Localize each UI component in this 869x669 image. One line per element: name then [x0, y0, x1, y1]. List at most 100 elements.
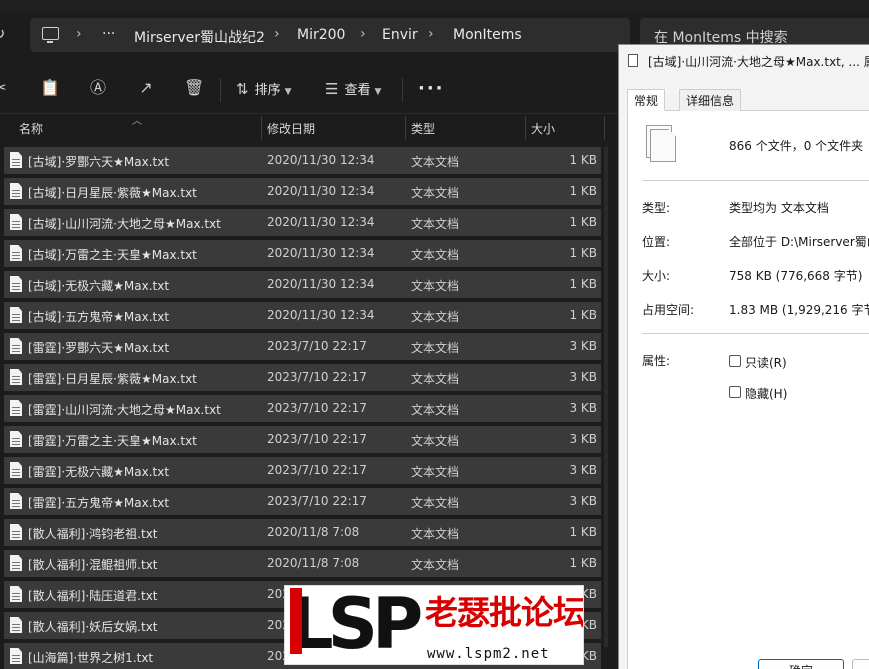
file-size: 3 KB [569, 494, 597, 508]
file-name: [山海篇]·世界之树1.txt [28, 651, 154, 665]
attributes-label: 属性: [642, 354, 671, 368]
hidden-label[interactable]: 隐藏(H) [745, 385, 787, 402]
chevron-down-icon: ▼ [284, 87, 292, 97]
file-name: [雷霆]·山川河流·大地之母★Max.txt [28, 403, 221, 417]
type-value: 类型均为 文本文档 [729, 201, 829, 215]
column-size[interactable]: 大小 [531, 120, 555, 137]
sort-button[interactable]: ⇅ 排序 ▼ [236, 78, 292, 100]
chevron-right-icon: › [274, 26, 280, 42]
text-file-icon [10, 152, 22, 168]
cut-icon[interactable]: ✂ [0, 78, 10, 98]
table-row[interactable]: [雷霆]·日月星辰·紫薇★Max.txt 2023/7/10 22:17 文本文档 3… [4, 364, 601, 391]
text-file-icon [10, 462, 22, 478]
text-file-icon [10, 245, 22, 261]
cancel-button[interactable] [852, 659, 869, 669]
column-divider[interactable] [261, 116, 262, 140]
table-row[interactable]: [古域]·罗酆六天★Max.txt 2020/11/30 12:34 文本文档 1 K… [4, 147, 601, 174]
file-date: 2020/11/30 12:34 [267, 153, 375, 167]
text-file-icon [10, 338, 22, 354]
file-icon [650, 129, 676, 162]
readonly-checkbox[interactable] [729, 355, 741, 367]
file-type: 文本文档 [411, 465, 460, 479]
table-row[interactable]: [散人福利]·混鲲祖师.txt 2020/11/8 7:08 文本文档 1 KB [4, 550, 601, 577]
file-size: 1 KB [569, 525, 597, 539]
file-type: 文本文档 [411, 155, 460, 169]
scrollbar[interactable] [604, 147, 608, 647]
breadcrumb-more[interactable]: ··· [102, 26, 115, 42]
view-button[interactable]: ☰ 查看 ▼ [325, 78, 381, 100]
readonly-label[interactable]: 只读(R) [745, 354, 787, 371]
text-file-icon [10, 400, 22, 416]
selection-summary: 866 个文件，0 个文件夹 [729, 139, 864, 153]
file-type: 文本文档 [411, 217, 460, 231]
file-type: 文本文档 [411, 248, 460, 262]
column-name[interactable]: 名称 [19, 120, 43, 137]
file-date: 2023/7/10 22:17 [267, 463, 367, 477]
file-date: 2020/11/30 12:34 [267, 215, 375, 229]
ok-button[interactable]: 确定 [758, 659, 844, 669]
file-name: [雷霆]·五方鬼帝★Max.txt [28, 496, 170, 510]
file-name: [古域]·罗酆六天★Max.txt [28, 155, 170, 169]
share-icon[interactable]: ↗ [136, 78, 156, 98]
file-type: 文本文档 [411, 403, 460, 417]
text-file-icon [10, 214, 22, 230]
disk-size-label: 占用空间: [642, 303, 695, 317]
file-date: 2020/11/8 7:08 [267, 556, 360, 570]
watermark-lsp: LSP [289, 585, 423, 665]
table-row[interactable]: [散人福利]·鸿钧老祖.txt 2020/11/8 7:08 文本文档 1 KB [4, 519, 601, 546]
file-name: [古域]·山川河流·大地之母★Max.txt [28, 217, 221, 231]
chevron-right-icon: › [360, 26, 366, 42]
file-size: 1 KB [569, 153, 597, 167]
tab-general[interactable]: 常规 [627, 89, 666, 111]
table-row[interactable]: [古域]·无极六藏★Max.txt 2020/11/30 12:34 文本文档 1 K… [4, 271, 601, 298]
file-name: [散人福利]·混鲲祖师.txt [28, 558, 158, 572]
logo-accent [290, 588, 302, 654]
breadcrumb-mirserver[interactable]: Mirserver蜀山战纪2 [134, 27, 265, 47]
more-options-button[interactable]: ··· [418, 78, 445, 99]
file-type: 文本文档 [411, 372, 460, 386]
table-row[interactable]: [古域]·万雷之主·天皇★Max.txt 2020/11/30 12:34 文本文档… [4, 240, 601, 267]
table-row[interactable]: [雷霆]·无极六藏★Max.txt 2023/7/10 22:17 文本文档 3 KB [4, 457, 601, 484]
table-row[interactable]: [雷霆]·五方鬼帝★Max.txt 2023/7/10 22:17 文本文档 3 KB [4, 488, 601, 515]
hidden-checkbox[interactable] [729, 386, 741, 398]
file-size: 1 KB [569, 246, 597, 260]
dialog-title: [古域]·山川河流·大地之母★Max.txt, ... 属性 [648, 55, 869, 69]
table-row[interactable]: [雷霆]·万雷之主·天皇★Max.txt 2023/7/10 22:17 文本文档 3… [4, 426, 601, 453]
column-header-row: ︿ 名称 修改日期 类型 大小 [0, 114, 610, 142]
breadcrumb-monitems[interactable]: MonItems [453, 27, 522, 43]
table-row[interactable]: [古域]·五方鬼帝★Max.txt 2020/11/30 12:34 文本文档 1 K… [4, 302, 601, 329]
file-name: [古域]·日月星辰·紫薇★Max.txt [28, 186, 197, 200]
dialog-tabs: 常规 详细信息 [627, 89, 869, 111]
file-date: 2023/7/10 22:17 [267, 339, 367, 353]
file-date: 2020/11/30 12:34 [267, 277, 375, 291]
file-date: 2023/7/10 22:17 [267, 432, 367, 446]
address-bar[interactable]: › ··· Mirserver蜀山战纪2 › Mir200 › Envir › … [30, 18, 630, 52]
text-file-icon [10, 276, 22, 292]
breadcrumb-envir[interactable]: Envir [382, 27, 418, 43]
delete-icon[interactable]: 🗑 [184, 78, 204, 98]
toolbar-divider [220, 78, 221, 102]
file-size: 3 KB [569, 401, 597, 415]
divider [642, 333, 869, 334]
dialog-titlebar[interactable]: [古域]·山川河流·大地之母★Max.txt, ... 属性 [619, 45, 869, 77]
breadcrumb-mir200[interactable]: Mir200 [297, 27, 345, 43]
watermark-name: 老瑟批论坛 [425, 593, 584, 632]
column-divider[interactable] [405, 116, 406, 140]
rename-icon[interactable]: Ⓐ [88, 78, 108, 98]
paste-icon[interactable]: 📋 [40, 78, 60, 98]
table-row[interactable]: [雷霆]·山川河流·大地之母★Max.txt 2023/7/10 22:17 文本文… [4, 395, 601, 422]
file-size: 3 KB [569, 432, 597, 446]
text-file-icon [10, 431, 22, 447]
table-row[interactable]: [古域]·日月星辰·紫薇★Max.txt 2020/11/30 12:34 文本文档… [4, 178, 601, 205]
column-divider[interactable] [525, 116, 526, 140]
file-icon [628, 54, 638, 67]
column-date[interactable]: 修改日期 [267, 120, 315, 137]
refresh-icon[interactable]: ↻ [0, 24, 12, 46]
size-label: 大小: [642, 269, 671, 283]
table-row[interactable]: [雷霆]·罗酆六天★Max.txt 2023/7/10 22:17 文本文档 3 KB [4, 333, 601, 360]
table-row[interactable]: [古域]·山川河流·大地之母★Max.txt 2020/11/30 12:34 文本… [4, 209, 601, 236]
tab-details[interactable]: 详细信息 [679, 89, 742, 111]
column-type[interactable]: 类型 [411, 120, 435, 137]
column-divider[interactable] [604, 116, 605, 140]
text-file-icon [10, 493, 22, 509]
